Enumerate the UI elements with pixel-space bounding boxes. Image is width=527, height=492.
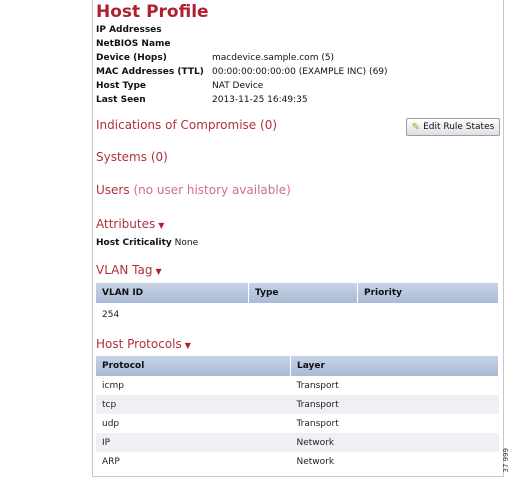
edit-rule-states-label: Edit Rule States xyxy=(423,122,495,132)
attributes-label: Attributes xyxy=(96,217,156,231)
vlan-section-header[interactable]: VLAN Tag ▼ xyxy=(96,263,162,277)
attributes-section-header[interactable]: Attributes ▼ xyxy=(96,217,164,231)
layer-header[interactable]: Layer xyxy=(290,356,499,376)
netbios-label: NetBIOS Name xyxy=(96,39,171,49)
users-note: (no user history available) xyxy=(133,183,291,197)
layer-cell: Transport xyxy=(296,380,339,391)
layer-cell: Transport xyxy=(296,418,339,429)
edit-rule-states-button[interactable]: ✎ Edit Rule States xyxy=(406,118,500,136)
host-criticality: Host Criticality None xyxy=(96,238,198,248)
users-section-header[interactable]: Users (no user history available) xyxy=(96,183,291,197)
protocol-header[interactable]: Protocol xyxy=(96,356,291,376)
vlan-priority-cell xyxy=(358,303,499,327)
vlan-table: VLAN ID Type Priority 254 xyxy=(96,283,499,327)
ip-addresses-label: IP Addresses xyxy=(96,25,162,35)
last-seen-label: Last Seen xyxy=(96,95,146,105)
device-value: macdevice.sample.com (5) xyxy=(212,53,335,63)
table-row[interactable]: tcp Transport xyxy=(96,395,499,414)
table-row[interactable]: icmp Transport xyxy=(96,376,499,395)
vlan-priority-header[interactable]: Priority xyxy=(357,283,499,303)
mac-value: 00:00:00:00:00:00 (EXAMPLE INC) (69) xyxy=(212,67,388,77)
vlan-id-header[interactable]: VLAN ID xyxy=(96,283,249,303)
host-criticality-value: None xyxy=(174,238,199,248)
host-criticality-label: Host Criticality xyxy=(96,238,172,248)
protocol-cell: tcp xyxy=(96,395,291,414)
users-label: Users xyxy=(96,183,130,197)
mac-label: MAC Addresses (TTL) xyxy=(96,67,204,77)
vlan-type-header[interactable]: Type xyxy=(248,283,358,303)
layer-cell: Network xyxy=(290,433,499,452)
systems-label: Systems xyxy=(96,150,147,164)
triangle-down-icon: ▼ xyxy=(158,221,165,230)
ioc-count: (0) xyxy=(260,118,278,132)
protocols-section-header[interactable]: Host Protocols ▼ xyxy=(96,337,191,351)
table-row[interactable]: udp Transport xyxy=(96,414,499,433)
triangle-down-icon: ▼ xyxy=(184,341,191,350)
host-type-label: Host Type xyxy=(96,81,146,91)
ioc-section-header[interactable]: Indications of Compromise (0) xyxy=(96,118,277,132)
vlan-type-cell xyxy=(249,303,358,327)
protocol-cell: IP xyxy=(96,433,291,452)
host-type-value: NAT Device xyxy=(212,81,264,91)
pencil-icon: ✎ xyxy=(411,121,421,133)
ioc-label: Indications of Compromise xyxy=(96,118,257,132)
layer-cell: Network xyxy=(296,456,335,467)
layer-cell: Transport xyxy=(290,395,499,414)
protocols-label: Host Protocols xyxy=(96,337,182,351)
table-row[interactable]: IP Network xyxy=(96,433,499,452)
protocol-cell: udp xyxy=(102,418,120,429)
protocol-cell: icmp xyxy=(102,380,124,391)
figure-number: 37 999 xyxy=(502,448,510,473)
systems-count: (0) xyxy=(150,150,168,164)
protocols-table: Protocol Layer icmp Transport tcp Transp… xyxy=(96,356,499,471)
systems-section-header[interactable]: Systems (0) xyxy=(96,150,168,164)
device-label: Device (Hops) xyxy=(96,53,167,63)
table-row[interactable]: ARP Network xyxy=(96,452,499,471)
protocol-cell: ARP xyxy=(102,456,120,467)
triangle-down-icon: ▼ xyxy=(155,267,162,276)
page-title: Host Profile xyxy=(96,2,209,22)
vlan-label: VLAN Tag xyxy=(96,263,153,277)
vlan-id-cell: 254 xyxy=(102,310,120,320)
table-row[interactable]: 254 xyxy=(96,303,499,327)
last-seen-value: 2013-11-25 16:49:35 xyxy=(212,95,308,105)
